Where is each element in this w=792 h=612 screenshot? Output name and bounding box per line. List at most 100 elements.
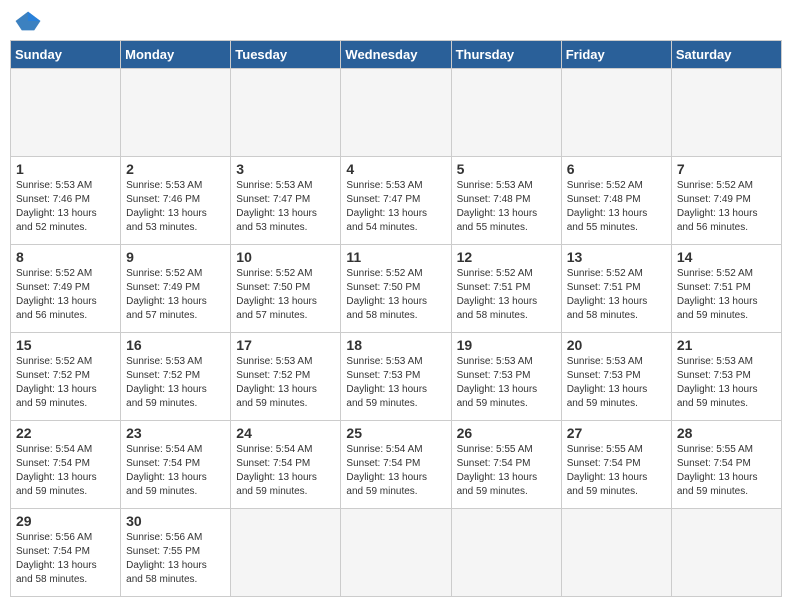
day-info: Sunrise: 5:52 AMSunset: 7:49 PMDaylight:… — [126, 267, 225, 323]
day-number: 12 — [457, 249, 556, 265]
day-number: 13 — [567, 249, 666, 265]
day-number: 7 — [677, 161, 776, 177]
week-row-0 — [11, 69, 782, 157]
day-info: Sunrise: 5:53 AMSunset: 7:46 PMDaylight:… — [16, 179, 115, 235]
day-info: Sunrise: 5:52 AMSunset: 7:51 PMDaylight:… — [457, 267, 556, 323]
calendar-cell — [231, 509, 341, 597]
calendar-cell: 10 Sunrise: 5:52 AMSunset: 7:50 PMDayligh… — [231, 245, 341, 333]
calendar-cell: 3Sunrise: 5:53 AMSunset: 7:47 PMDaylight… — [231, 157, 341, 245]
day-number: 23 — [126, 425, 225, 441]
calendar-cell: 5 Sunrise: 5:53 AMSunset: 7:48 PMDaylight… — [451, 157, 561, 245]
calendar-cell — [451, 69, 561, 157]
calendar-cell: 23 Sunrise: 5:54 AMSunset: 7:54 PMDayligh… — [121, 421, 231, 509]
weekday-header-sunday: Sunday — [11, 41, 121, 69]
day-number: 21 — [677, 337, 776, 353]
day-info: Sunrise: 5:53 AMSunset: 7:53 PMDaylight:… — [457, 355, 556, 411]
day-info: Sunrise: 5:54 AMSunset: 7:54 PMDaylight:… — [126, 443, 225, 499]
calendar-cell: 14 Sunrise: 5:52 AMSunset: 7:51 PMDayligh… — [671, 245, 781, 333]
day-number: 17 — [236, 337, 335, 353]
day-number: 16 — [126, 337, 225, 353]
day-info: Sunrise: 5:55 AMSunset: 7:54 PMDaylight:… — [567, 443, 666, 499]
calendar-table: SundayMondayTuesdayWednesdayThursdayFrid… — [10, 40, 782, 597]
calendar-cell — [451, 509, 561, 597]
calendar-cell: 21 Sunrise: 5:53 AMSunset: 7:53 PMDayligh… — [671, 333, 781, 421]
day-info: Sunrise: 5:52 AMSunset: 7:48 PMDaylight:… — [567, 179, 666, 235]
day-number: 22 — [16, 425, 115, 441]
day-info: Sunrise: 5:53 AMSunset: 7:53 PMDaylight:… — [677, 355, 776, 411]
logo-icon — [14, 10, 42, 32]
day-info: Sunrise: 5:53 AMSunset: 7:47 PMDaylight:… — [346, 179, 445, 235]
day-info: Sunrise: 5:53 AMSunset: 7:53 PMDaylight:… — [567, 355, 666, 411]
day-info: Sunrise: 5:53 AMSunset: 7:48 PMDaylight:… — [457, 179, 556, 235]
day-info: Sunrise: 5:53 AMSunset: 7:47 PMDaylight:… — [236, 179, 335, 235]
day-number: 6 — [567, 161, 666, 177]
day-number: 24 — [236, 425, 335, 441]
day-info: Sunrise: 5:52 AMSunset: 7:50 PMDaylight:… — [236, 267, 335, 323]
calendar-cell: 7 Sunrise: 5:52 AMSunset: 7:49 PMDaylight… — [671, 157, 781, 245]
calendar-cell — [561, 69, 671, 157]
calendar-cell: 12 Sunrise: 5:52 AMSunset: 7:51 PMDayligh… — [451, 245, 561, 333]
day-number: 14 — [677, 249, 776, 265]
day-number: 18 — [346, 337, 445, 353]
calendar-cell: 22 Sunrise: 5:54 AMSunset: 7:54 PMDayligh… — [11, 421, 121, 509]
calendar-cell: 8Sunrise: 5:52 AMSunset: 7:49 PMDaylight… — [11, 245, 121, 333]
day-number: 15 — [16, 337, 115, 353]
day-info: Sunrise: 5:52 AMSunset: 7:51 PMDaylight:… — [567, 267, 666, 323]
calendar-cell — [671, 509, 781, 597]
day-number: 19 — [457, 337, 556, 353]
page-header — [10, 10, 782, 32]
week-row-4: 22 Sunrise: 5:54 AMSunset: 7:54 PMDayligh… — [11, 421, 782, 509]
calendar-cell: 17 Sunrise: 5:53 AMSunset: 7:52 PMDayligh… — [231, 333, 341, 421]
calendar-cell — [561, 509, 671, 597]
day-number: 27 — [567, 425, 666, 441]
calendar-cell — [231, 69, 341, 157]
day-info: Sunrise: 5:54 AMSunset: 7:54 PMDaylight:… — [236, 443, 335, 499]
calendar-cell — [341, 69, 451, 157]
day-number: 9 — [126, 249, 225, 265]
day-info: Sunrise: 5:55 AMSunset: 7:54 PMDaylight:… — [457, 443, 556, 499]
calendar-cell: 16Sunrise: 5:53 AMSunset: 7:52 PMDayligh… — [121, 333, 231, 421]
day-info: Sunrise: 5:55 AMSunset: 7:54 PMDaylight:… — [677, 443, 776, 499]
calendar-cell: 18Sunrise: 5:53 AMSunset: 7:53 PMDayligh… — [341, 333, 451, 421]
calendar-cell — [671, 69, 781, 157]
calendar-cell — [121, 69, 231, 157]
day-info: Sunrise: 5:53 AMSunset: 7:52 PMDaylight:… — [236, 355, 335, 411]
calendar-cell: 15 Sunrise: 5:52 AMSunset: 7:52 PMDayligh… — [11, 333, 121, 421]
day-number: 28 — [677, 425, 776, 441]
week-row-2: 8Sunrise: 5:52 AMSunset: 7:49 PMDaylight… — [11, 245, 782, 333]
week-row-1: 1 Sunrise: 5:53 AMSunset: 7:46 PMDaylight… — [11, 157, 782, 245]
weekday-header-saturday: Saturday — [671, 41, 781, 69]
calendar-cell — [11, 69, 121, 157]
calendar-cell: 27 Sunrise: 5:55 AMSunset: 7:54 PMDayligh… — [561, 421, 671, 509]
calendar-cell: 26 Sunrise: 5:55 AMSunset: 7:54 PMDayligh… — [451, 421, 561, 509]
day-number: 5 — [457, 161, 556, 177]
day-info: Sunrise: 5:56 AMSunset: 7:55 PMDaylight:… — [126, 531, 225, 587]
weekday-header-thursday: Thursday — [451, 41, 561, 69]
day-number: 2 — [126, 161, 225, 177]
calendar-header-row: SundayMondayTuesdayWednesdayThursdayFrid… — [11, 41, 782, 69]
calendar-cell: 11Sunrise: 5:52 AMSunset: 7:50 PMDayligh… — [341, 245, 451, 333]
day-info: Sunrise: 5:52 AMSunset: 7:49 PMDaylight:… — [16, 267, 115, 323]
calendar-cell: 13 Sunrise: 5:52 AMSunset: 7:51 PMDayligh… — [561, 245, 671, 333]
calendar-cell — [341, 509, 451, 597]
day-number: 1 — [16, 161, 115, 177]
calendar-cell: 9 Sunrise: 5:52 AMSunset: 7:49 PMDaylight… — [121, 245, 231, 333]
day-number: 30 — [126, 513, 225, 529]
weekday-header-friday: Friday — [561, 41, 671, 69]
day-number: 26 — [457, 425, 556, 441]
day-number: 4 — [346, 161, 445, 177]
week-row-3: 15 Sunrise: 5:52 AMSunset: 7:52 PMDayligh… — [11, 333, 782, 421]
day-info: Sunrise: 5:52 AMSunset: 7:51 PMDaylight:… — [677, 267, 776, 323]
calendar-cell: 4 Sunrise: 5:53 AMSunset: 7:47 PMDaylight… — [341, 157, 451, 245]
day-info: Sunrise: 5:52 AMSunset: 7:49 PMDaylight:… — [677, 179, 776, 235]
day-number: 10 — [236, 249, 335, 265]
calendar-cell: 1 Sunrise: 5:53 AMSunset: 7:46 PMDaylight… — [11, 157, 121, 245]
calendar-cell: 25Sunrise: 5:54 AMSunset: 7:54 PMDayligh… — [341, 421, 451, 509]
calendar-cell: 30 Sunrise: 5:56 AMSunset: 7:55 PMDayligh… — [121, 509, 231, 597]
day-info: Sunrise: 5:52 AMSunset: 7:52 PMDaylight:… — [16, 355, 115, 411]
day-number: 29 — [16, 513, 115, 529]
day-info: Sunrise: 5:54 AMSunset: 7:54 PMDaylight:… — [16, 443, 115, 499]
weekday-header-tuesday: Tuesday — [231, 41, 341, 69]
calendar-cell: 2Sunrise: 5:53 AMSunset: 7:46 PMDaylight… — [121, 157, 231, 245]
calendar-cell: 28 Sunrise: 5:55 AMSunset: 7:54 PMDayligh… — [671, 421, 781, 509]
